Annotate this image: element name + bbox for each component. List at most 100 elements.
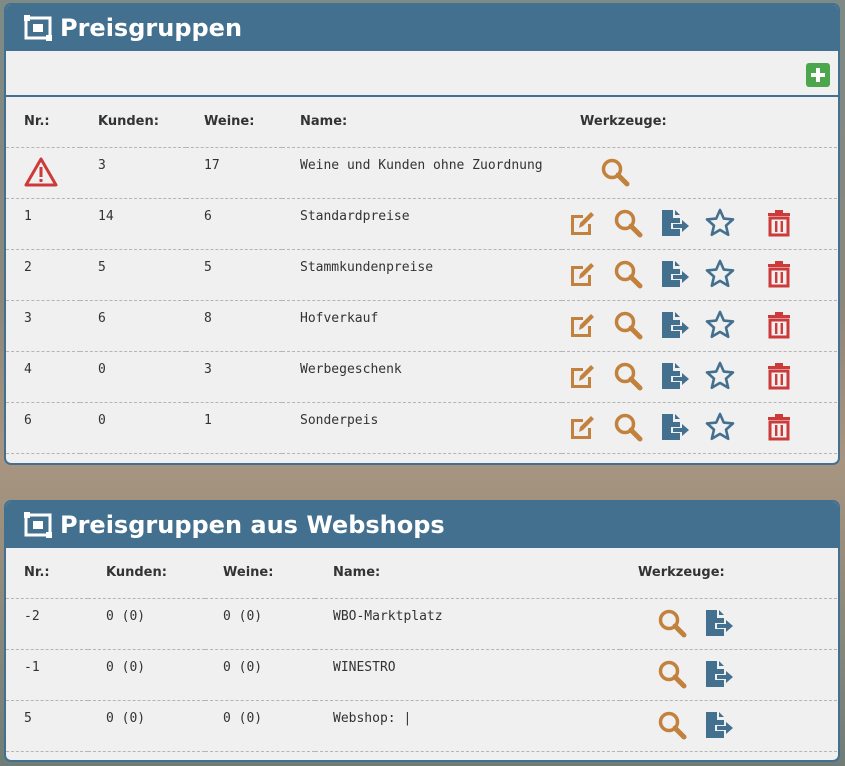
star-icon (705, 310, 735, 338)
export-file-icon (706, 609, 733, 636)
cell-kunden: 5 (80, 248, 186, 300)
cell-name: Sonderpeis (282, 401, 562, 454)
search-icon (658, 609, 687, 637)
table-row: 6 0 1 Sonderpeis (6, 401, 838, 454)
cell-kunden: 0 (0) (88, 648, 205, 700)
row-tools (562, 409, 838, 445)
cell-kunden: 0 (0) (88, 597, 205, 649)
search-button[interactable] (652, 605, 692, 641)
col-weine: Weine: (223, 565, 274, 581)
export-file-icon (706, 711, 733, 738)
edit-icon (571, 313, 594, 337)
table-row: 2 5 5 Stammkundenpreise (6, 248, 838, 300)
delete-button[interactable] (759, 409, 799, 445)
favorite-button[interactable] (700, 358, 740, 394)
cell-name: Werbegeschenk (282, 350, 562, 402)
col-nr: Nr.: (24, 565, 50, 581)
edit-button[interactable] (562, 409, 602, 445)
delete-button[interactable] (759, 256, 799, 292)
export-button[interactable] (654, 307, 694, 343)
export-button[interactable] (698, 605, 738, 641)
search-button[interactable] (652, 656, 692, 692)
table-row: -1 0 (0) 0 (0) WINESTRO (6, 648, 838, 700)
favorite-button[interactable] (700, 409, 740, 445)
search-button[interactable] (608, 256, 648, 292)
export-button[interactable] (698, 707, 738, 743)
table-header-row: Nr.: Kunden: Weine: Name: Werkzeuge: (6, 548, 838, 598)
cell-werkzeuge (562, 299, 838, 351)
trash-icon (768, 362, 790, 389)
edit-button[interactable] (562, 307, 602, 343)
table-row: -2 0 (0) 0 (0) WBO-Marktplatz (6, 597, 838, 649)
search-button[interactable] (608, 358, 648, 394)
edit-button[interactable] (562, 256, 602, 292)
table-row: 3 6 8 Hofverkauf (6, 299, 838, 351)
trash-icon (768, 413, 790, 440)
cell-name: WINESTRO (315, 648, 620, 700)
favorite-button[interactable] (700, 205, 740, 241)
search-icon (601, 158, 630, 186)
col-name: Name: (333, 565, 381, 581)
export-button[interactable] (654, 256, 694, 292)
table-header-row: Nr.: Kunden: Weine: Name: Werkzeuge: (6, 97, 838, 147)
search-icon (614, 413, 643, 441)
star-icon (705, 412, 735, 440)
col-werkzeuge: Werkzeuge: (638, 565, 725, 581)
cell-kunden: 3 (80, 146, 186, 198)
favorite-button[interactable] (700, 307, 740, 343)
edit-icon (571, 364, 594, 388)
search-icon (614, 209, 643, 237)
export-button[interactable] (654, 205, 694, 241)
export-button[interactable] (698, 656, 738, 692)
search-icon (614, 260, 643, 288)
star-icon (705, 361, 735, 389)
delete-button[interactable] (759, 307, 799, 343)
plus-square-icon (811, 68, 825, 82)
cell-kunden: 6 (80, 299, 186, 351)
cell-weine: 3 (186, 350, 282, 402)
row-tools (562, 205, 838, 241)
export-file-icon (662, 362, 689, 389)
search-icon (614, 362, 643, 390)
cell-weine: 0 (0) (205, 597, 315, 649)
cell-weine: 0 (0) (205, 699, 315, 752)
search-button[interactable] (608, 205, 648, 241)
cell-nr: 2 (6, 248, 80, 300)
edit-button[interactable] (562, 205, 602, 241)
cell-weine: 8 (186, 299, 282, 351)
search-button[interactable] (608, 409, 648, 445)
cell-nr: -2 (6, 597, 88, 649)
search-icon (658, 660, 687, 688)
search-button[interactable] (608, 307, 648, 343)
col-name: Name: (300, 114, 348, 130)
row-tools (620, 656, 838, 692)
row-tools (620, 707, 838, 743)
table-row: 4 0 3 Werbegeschenk (6, 350, 838, 402)
cell-kunden: 14 (80, 197, 186, 249)
cell-nr: 5 (6, 699, 88, 752)
search-button[interactable] (652, 707, 692, 743)
cell-weine: 0 (0) (205, 648, 315, 700)
cell-weine: 5 (186, 248, 282, 300)
edit-button[interactable] (562, 358, 602, 394)
search-button[interactable] (595, 154, 635, 190)
trash-icon (768, 260, 790, 287)
delete-button[interactable] (759, 358, 799, 394)
table-row: 3 17 Weine und Kunden ohne Zuordnung (6, 146, 838, 198)
export-file-icon (662, 311, 689, 338)
add-pricegroup-button[interactable] (806, 63, 830, 87)
table-row: 1 14 6 Standardpreise (6, 197, 838, 249)
search-icon (658, 711, 687, 739)
cell-weine: 17 (186, 146, 282, 198)
row-tools (562, 256, 838, 292)
export-button[interactable] (654, 409, 694, 445)
export-button[interactable] (654, 358, 694, 394)
delete-button[interactable] (759, 205, 799, 241)
export-file-icon (662, 260, 689, 287)
cell-kunden: 0 (0) (88, 699, 205, 752)
star-icon (705, 208, 735, 236)
favorite-button[interactable] (700, 256, 740, 292)
col-nr: Nr.: (24, 114, 50, 130)
panel-header: Preisgruppen aus Webshops (6, 502, 838, 548)
star-icon (705, 259, 735, 287)
